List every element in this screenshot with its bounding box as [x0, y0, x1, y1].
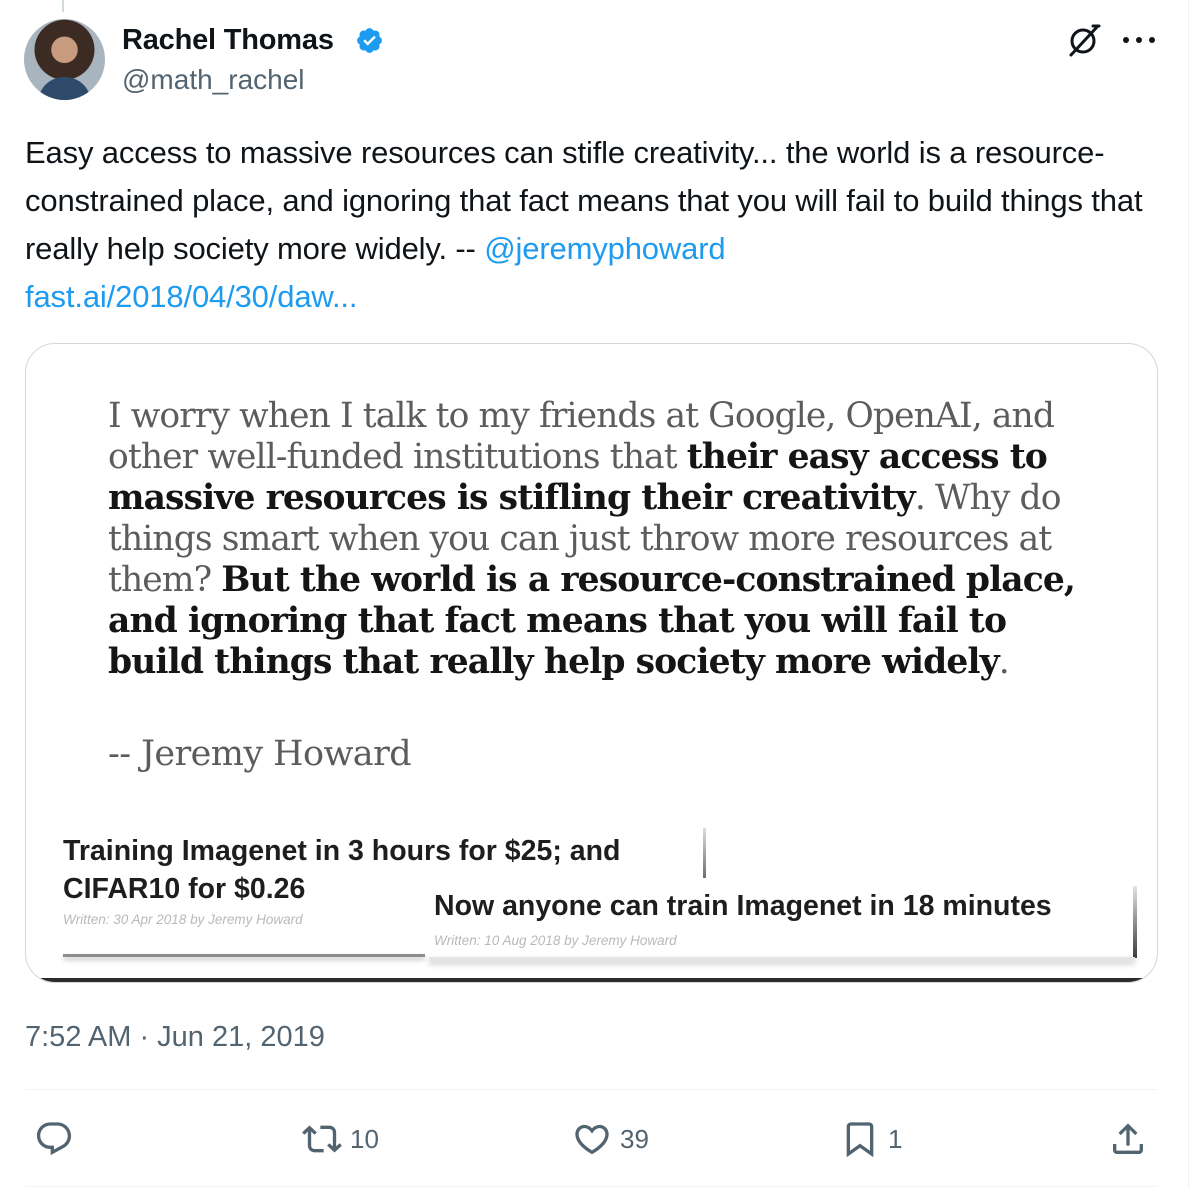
- share-icon: [1113, 1123, 1143, 1154]
- blog-post-meta: Written: 10 Aug 2018 by Jeremy Howard: [434, 933, 677, 948]
- retweet-count: 10: [350, 1123, 379, 1154]
- blog-post-title: Now anyone can train Imagenet in 18 minu…: [434, 890, 1052, 922]
- quote-text: I worry when I talk to my friends at Goo…: [108, 396, 1108, 683]
- bookmark-count: 1: [888, 1123, 903, 1154]
- quote-bold-2: But the world is a resource-constrained …: [108, 560, 1076, 682]
- verified-badge-icon[interactable]: [355, 26, 384, 55]
- divider: [25, 1089, 1158, 1090]
- url-link[interactable]: fast.ai/2018/04/30/daw...: [25, 279, 357, 314]
- blog-post-card: Now anyone can train Imagenet in 18 minu…: [429, 882, 1137, 962]
- divider: [25, 1186, 1158, 1187]
- card-edge: [1133, 886, 1137, 958]
- card-edge: [703, 828, 706, 878]
- card-edge: [63, 954, 425, 957]
- author-name[interactable]: Rachel Thomas: [122, 22, 334, 58]
- like-button[interactable]: 39: [572, 1116, 649, 1162]
- avatar[interactable]: [24, 19, 105, 100]
- share-button[interactable]: [1108, 1116, 1148, 1162]
- heart-icon: [575, 1124, 609, 1155]
- bookmark-icon: [846, 1122, 874, 1158]
- media-image[interactable]: I worry when I talk to my friends at Goo…: [25, 343, 1158, 983]
- reply-button[interactable]: [34, 1116, 82, 1162]
- grok-icon[interactable]: [1066, 22, 1102, 58]
- like-count: 39: [620, 1123, 649, 1154]
- column-border: [1188, 0, 1189, 1189]
- tweet-timestamp[interactable]: 7:52 AM · Jun 21, 2019: [25, 1017, 325, 1057]
- retweet-button[interactable]: 10: [302, 1116, 379, 1162]
- bookmark-button[interactable]: 1: [840, 1116, 902, 1162]
- image-bottom-edge: [26, 978, 1157, 982]
- thread-connector-line: [62, 0, 64, 12]
- reply-icon: [36, 1122, 72, 1156]
- more-options-icon[interactable]: [1122, 36, 1156, 44]
- quote-attribution: -- Jeremy Howard: [108, 734, 412, 774]
- mention-link[interactable]: @jeremyphoward: [484, 231, 725, 266]
- card-edge: [429, 957, 1135, 961]
- quote-part-3: .: [998, 642, 1010, 682]
- tweet-text: Easy access to massive resources can sti…: [25, 129, 1170, 321]
- author-handle[interactable]: @math_rachel: [122, 62, 305, 98]
- retweet-icon: [302, 1125, 342, 1153]
